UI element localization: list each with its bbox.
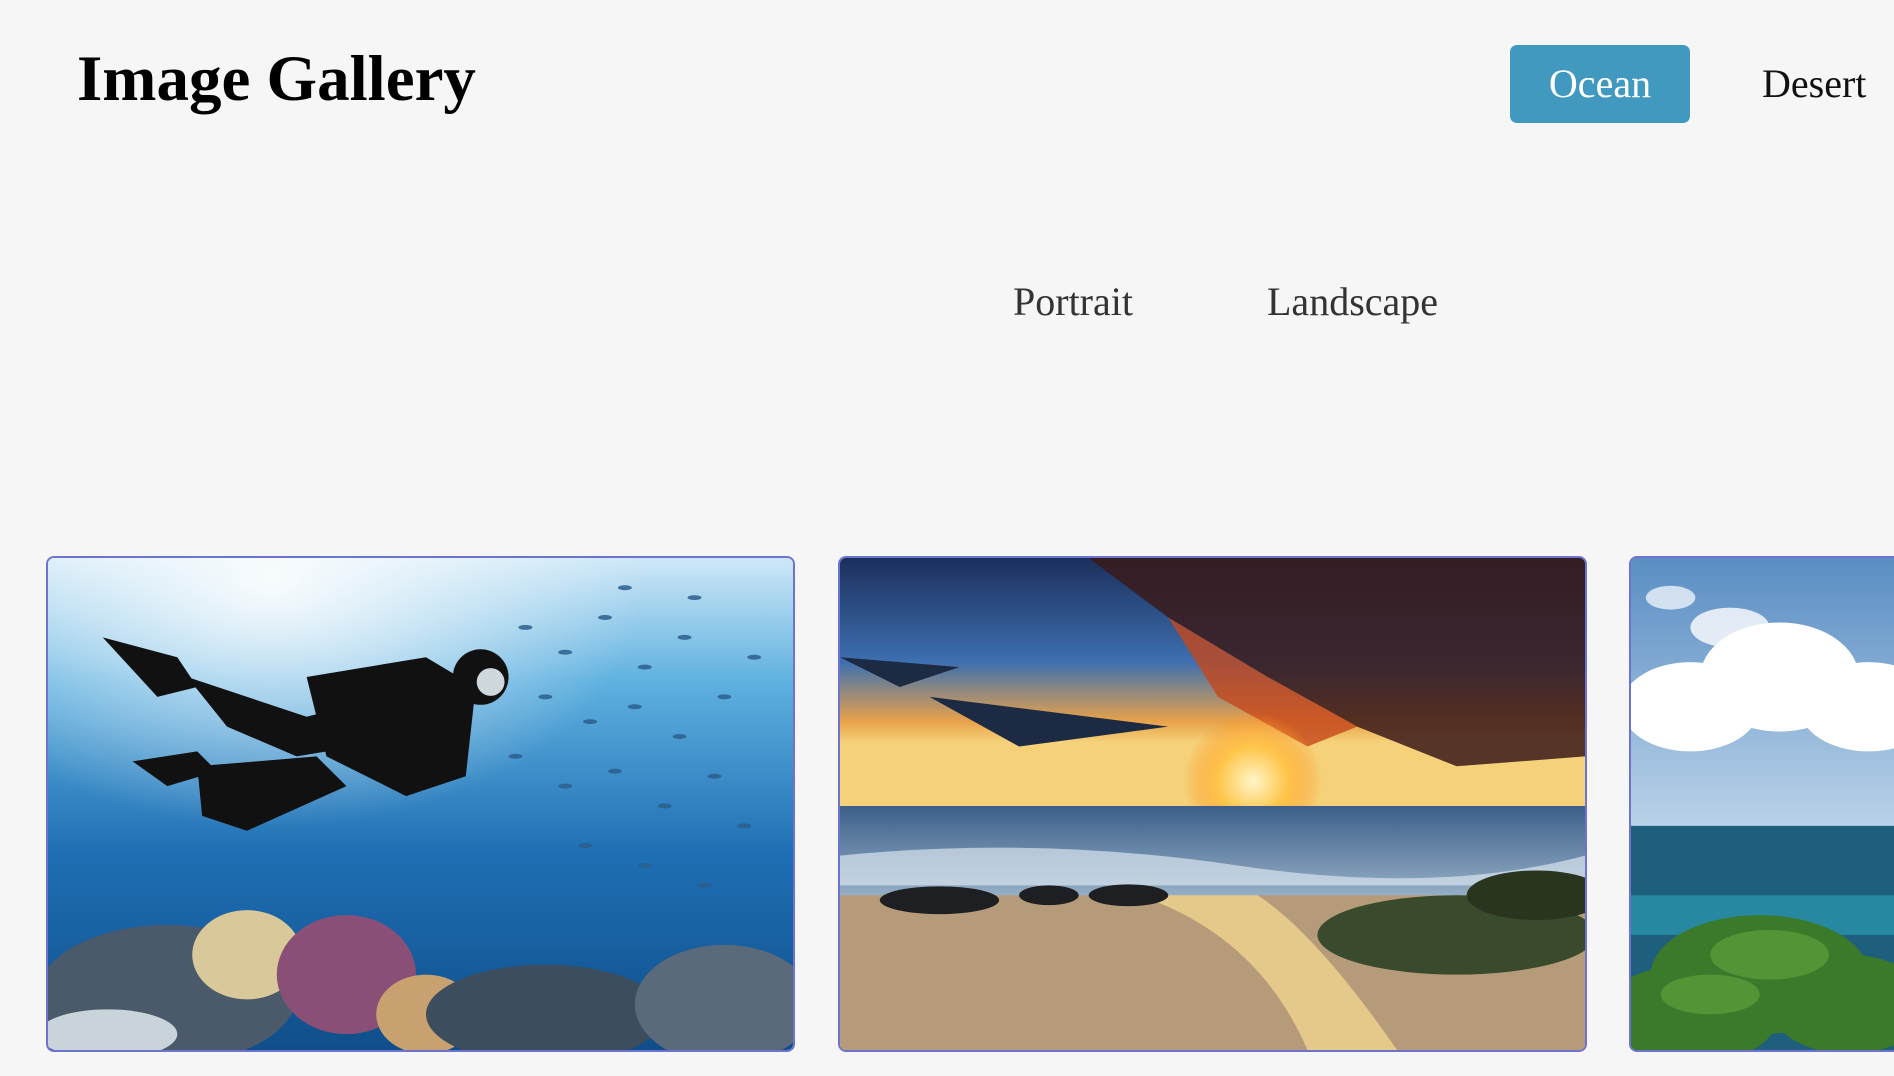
orientation-portrait-option[interactable]: Portrait (1013, 275, 1133, 329)
gallery-page: Image Gallery Ocean Desert Portrait Land… (0, 0, 1894, 1076)
scuba-diver-image (48, 558, 793, 1050)
gallery-image-card[interactable] (46, 556, 795, 1052)
gallery-image-card[interactable] (1629, 556, 1894, 1052)
gallery-image-card[interactable] (838, 556, 1587, 1052)
nav-desert-button[interactable]: Desert (1740, 45, 1894, 123)
sea-clouds-trees-image (1631, 558, 1894, 1050)
page-title: Image Gallery (77, 43, 476, 115)
nav-ocean-button[interactable]: Ocean (1510, 45, 1690, 123)
orientation-landscape-option[interactable]: Landscape (1267, 275, 1438, 329)
sunset-beach-image (840, 558, 1585, 1050)
